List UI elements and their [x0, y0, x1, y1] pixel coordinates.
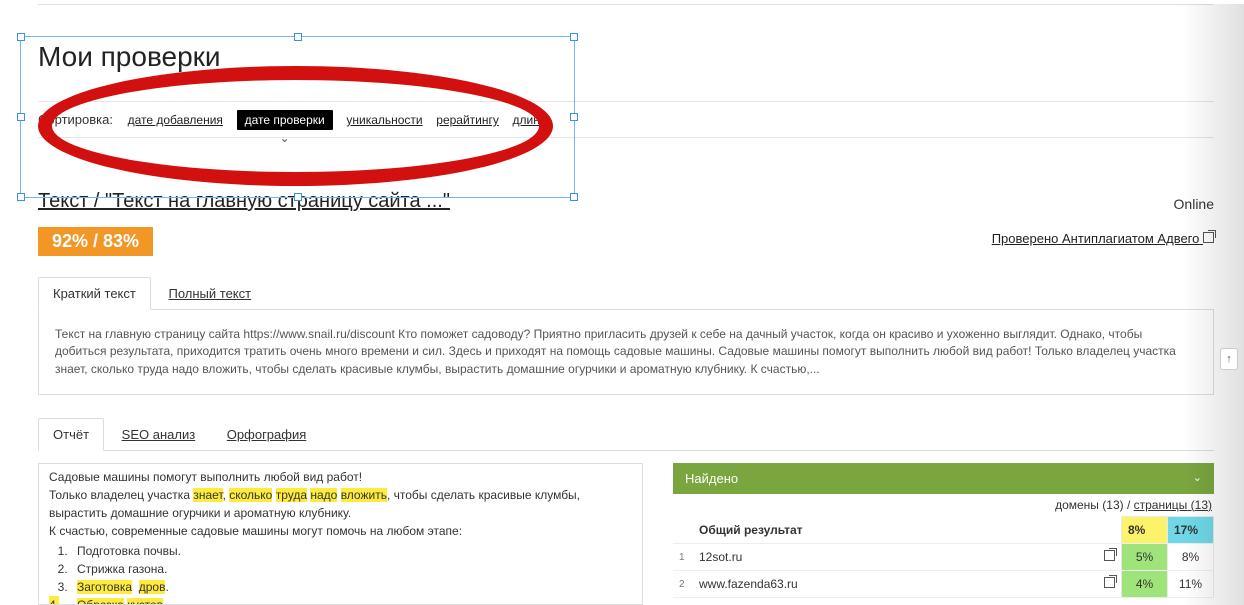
step-item: Стрижка газона. [71, 560, 632, 578]
resize-handle[interactable] [294, 33, 302, 41]
resize-handle[interactable] [17, 33, 25, 41]
found-header-text: Найдено [685, 471, 738, 486]
tab-spelling[interactable]: Орфография [213, 419, 320, 450]
analysis-line: К счастью, современные садовые машины мо… [49, 522, 632, 540]
resize-handle[interactable] [17, 193, 25, 201]
pct-b: 8% [1168, 544, 1214, 571]
sort-date-checked[interactable]: дате проверки [237, 110, 333, 130]
sort-date-added[interactable]: дате добавления [128, 113, 223, 127]
overall-a: 8% [1122, 517, 1168, 544]
chevron-down-icon: ⌄ [1193, 471, 1202, 484]
resize-handle[interactable] [570, 33, 578, 41]
checked-by-text: Проверено Антиплагиатом Адвего [992, 231, 1200, 246]
analysis-steps: Подготовка почвы. Стрижка газона. Загото… [49, 542, 632, 605]
sort-rewriting[interactable]: рерайтингу [436, 113, 499, 127]
status-online: Online [1174, 196, 1214, 212]
sort-length[interactable]: длине [513, 113, 547, 127]
step-item: Подготовка почвы. [71, 542, 632, 560]
tab-full-text[interactable]: Полный текст [154, 278, 265, 309]
tab-report[interactable]: Отчёт [38, 418, 104, 451]
overall-b: 17% [1168, 517, 1214, 544]
domain-cell[interactable]: www.fazenda63.ru [693, 571, 1098, 598]
score-badge: 92% / 83% [38, 227, 153, 256]
sort-bar: Сортировка: дате добавления дате проверк… [38, 101, 1214, 138]
analysis-line: Только владелец участка знает, сколько т… [49, 486, 632, 522]
analysis-text-box[interactable]: Садовые машины помогут выполнить любой в… [38, 463, 643, 605]
tab-seo[interactable]: SEO анализ [108, 419, 210, 450]
external-link-icon[interactable] [1104, 577, 1115, 588]
domains-pages-line: домены (13) / страницы (13) [673, 494, 1214, 516]
text-tabs: Краткий текст Полный текст [38, 276, 1214, 310]
result-row: 1 12sot.ru 5% 8% [673, 544, 1214, 571]
scroll-up-button[interactable]: ↑ [1220, 348, 1238, 370]
sort-label: Сортировка: [38, 112, 113, 127]
pct-b: 11% [1168, 571, 1214, 598]
result-row: 2 www.fazenda63.ru 4% 11% [673, 571, 1214, 598]
checked-by-link[interactable]: Проверено Антиплагиатом Адвего [992, 231, 1214, 246]
results-table: Общий результат 8% 17% 1 12sot.ru 5% 8% … [673, 516, 1214, 598]
overall-label: Общий результат [693, 517, 1098, 544]
analysis-line: Садовые машины помогут выполнить любой в… [49, 468, 632, 486]
external-link-icon [1203, 232, 1214, 243]
tab-short-text[interactable]: Краткий текст [38, 277, 151, 310]
sort-uniqueness[interactable]: уникальности [346, 113, 422, 127]
resize-handle[interactable] [17, 113, 25, 121]
sub-tabs: Отчёт SEO анализ Орфография [38, 417, 1214, 451]
external-link-icon[interactable] [1104, 550, 1115, 561]
step-item: Заготовка дров. [71, 578, 632, 596]
domain-cell[interactable]: 12sot.ru [693, 544, 1098, 571]
text-preview: Текст на главную страницу сайта https://… [38, 310, 1214, 395]
pct-a: 4% [1122, 571, 1168, 598]
found-header[interactable]: Найдено ⌄ [673, 463, 1214, 494]
pct-a: 5% [1122, 544, 1168, 571]
pages-link[interactable]: страницы (13) [1134, 498, 1212, 512]
page-title: Мои проверки [38, 41, 1214, 73]
divider [38, 4, 1214, 5]
text-title-link[interactable]: Текст / "Текст на главную страницу сайта… [38, 190, 450, 213]
